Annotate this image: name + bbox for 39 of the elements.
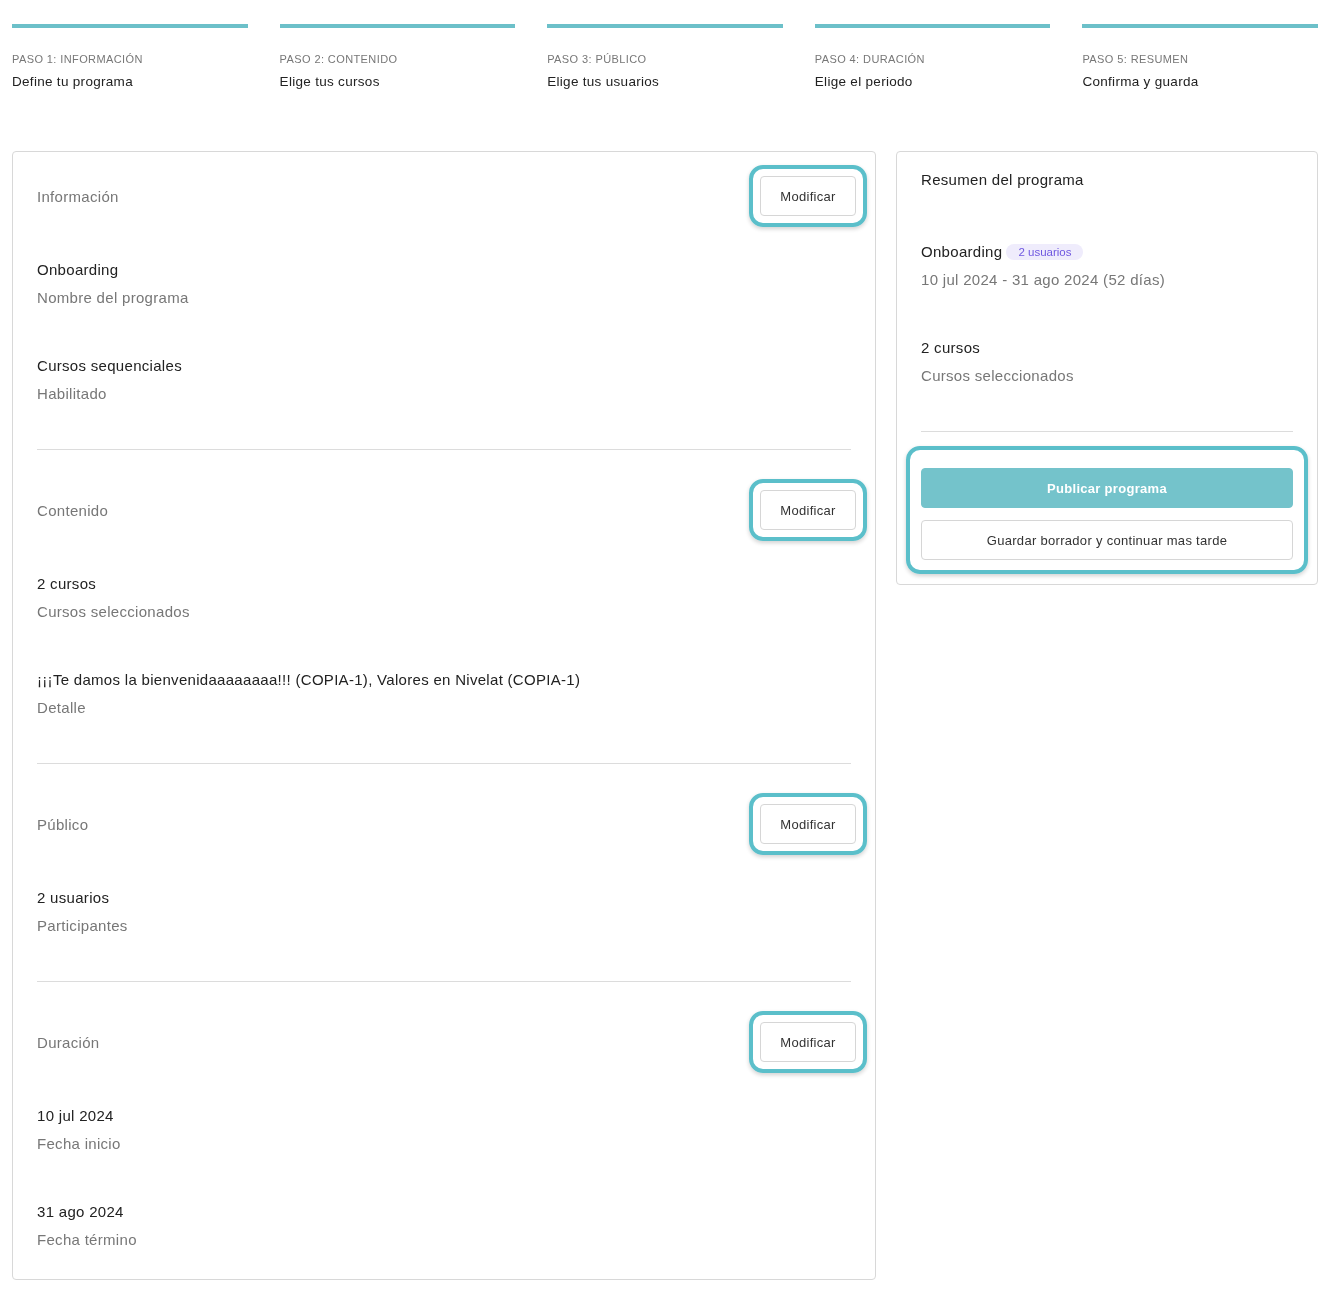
field-label: Detalle	[37, 698, 87, 718]
field-value: 10 jul 2024	[37, 1106, 115, 1126]
step-label: PASO 1: INFORMACIÓN	[12, 52, 144, 66]
users-tag: 2 usuarios	[1006, 244, 1084, 260]
step-title: Elige tus cursos	[279, 74, 381, 89]
modify-button[interactable]: Modificar	[760, 490, 856, 530]
field-label: Fecha término	[37, 1230, 138, 1250]
save-draft-button[interactable]: Guardar borrador y continuar mas tarde	[921, 520, 1293, 560]
field-value: 2 cursos	[37, 574, 98, 594]
field-label: Fecha inicio	[37, 1134, 122, 1154]
field-label: Cursos seleccionados	[37, 602, 191, 622]
modify-button[interactable]: Modificar	[760, 176, 856, 216]
step-title: Elige el periodo	[814, 74, 914, 89]
step-title: Elige tus usuarios	[547, 74, 661, 89]
step-title: Define tu programa	[12, 74, 134, 89]
section-title: Información	[37, 187, 119, 205]
program-name: Onboarding	[921, 242, 1003, 262]
field-label: Participantes	[37, 916, 129, 936]
step-label: PASO 5: RESUMEN	[1082, 52, 1190, 66]
section-title: Duración	[37, 1033, 100, 1051]
field-value: 2 cursos	[921, 338, 982, 358]
step-label: PASO 3: PÚBLICO	[547, 52, 648, 66]
field-label: Nombre del programa	[37, 288, 190, 308]
field-value: Cursos sequenciales	[37, 356, 183, 376]
section-title: Contenido	[37, 501, 109, 519]
program-dates: 10 jul 2024 - 31 ago 2024 (52 días)	[921, 270, 1166, 290]
modify-button[interactable]: Modificar	[760, 804, 856, 844]
step-label: PASO 2: CONTENIDO	[279, 52, 399, 66]
field-value: 31 ago 2024	[37, 1202, 125, 1222]
field-value: ¡¡¡Te damos la bienvenidaaaaaaaa!!! (COPIA-1), Valores en Nivelat (COPIA-1)	[37, 670, 582, 690]
summary-title: Resumen del programa	[921, 170, 1085, 190]
field-label: Cursos seleccionados	[921, 366, 1075, 386]
modify-button[interactable]: Modificar	[760, 1022, 856, 1062]
step-label: PASO 4: DURACIÓN	[814, 52, 926, 66]
step-title: Confirma y guarda	[1082, 74, 1200, 89]
field-value: Onboarding	[37, 260, 120, 280]
field-label: Habilitado	[37, 384, 108, 404]
field-value: 2 usuarios	[37, 888, 111, 908]
section-title: Público	[37, 815, 89, 833]
